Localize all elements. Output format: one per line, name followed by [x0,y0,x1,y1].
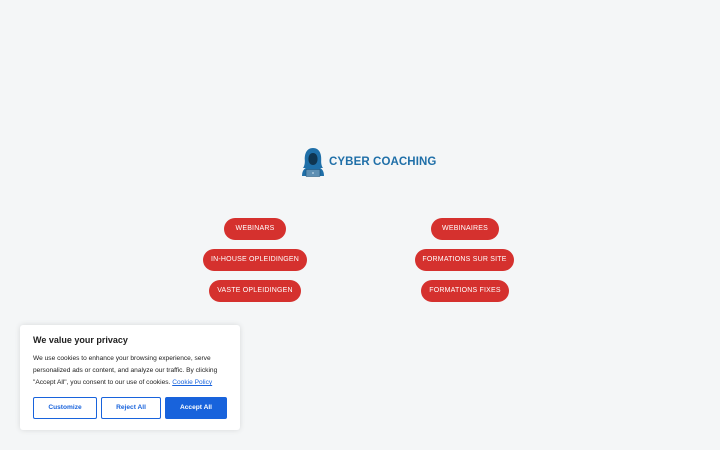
formations-fixes-link[interactable]: FORMATIONS FIXES [421,280,509,302]
formations-sur-site-link[interactable]: FORMATIONS SUR SITE [415,249,514,271]
landing-page: CYBER COACHING WEBINARS IN-HOUSE OPLEIDI… [0,0,720,450]
brand-name: CYBER COACHING [329,156,437,168]
vaste-opleidingen-link[interactable]: VASTE OPLEIDINGEN [209,280,301,302]
cookie-banner-description: We use cookies to enhance your browsing … [33,353,233,389]
customize-button[interactable]: Customize [33,397,97,419]
cookie-consent-banner: We value your privacy We use cookies to … [20,325,240,430]
brand-logo[interactable]: CYBER COACHING [301,147,436,177]
webinars-link[interactable]: WEBINARS [224,218,286,240]
cookie-policy-link[interactable]: Cookie Policy [172,379,212,386]
hooded-hacker-icon [302,148,324,177]
accept-all-button[interactable]: Accept All [165,397,227,419]
reject-all-button[interactable]: Reject All [101,397,161,419]
cookie-banner-title: We value your privacy [33,335,128,345]
in-house-opleidingen-link[interactable]: IN-HOUSE OPLEIDINGEN [203,249,307,271]
webinaires-link[interactable]: WEBINAIRES [431,218,499,240]
